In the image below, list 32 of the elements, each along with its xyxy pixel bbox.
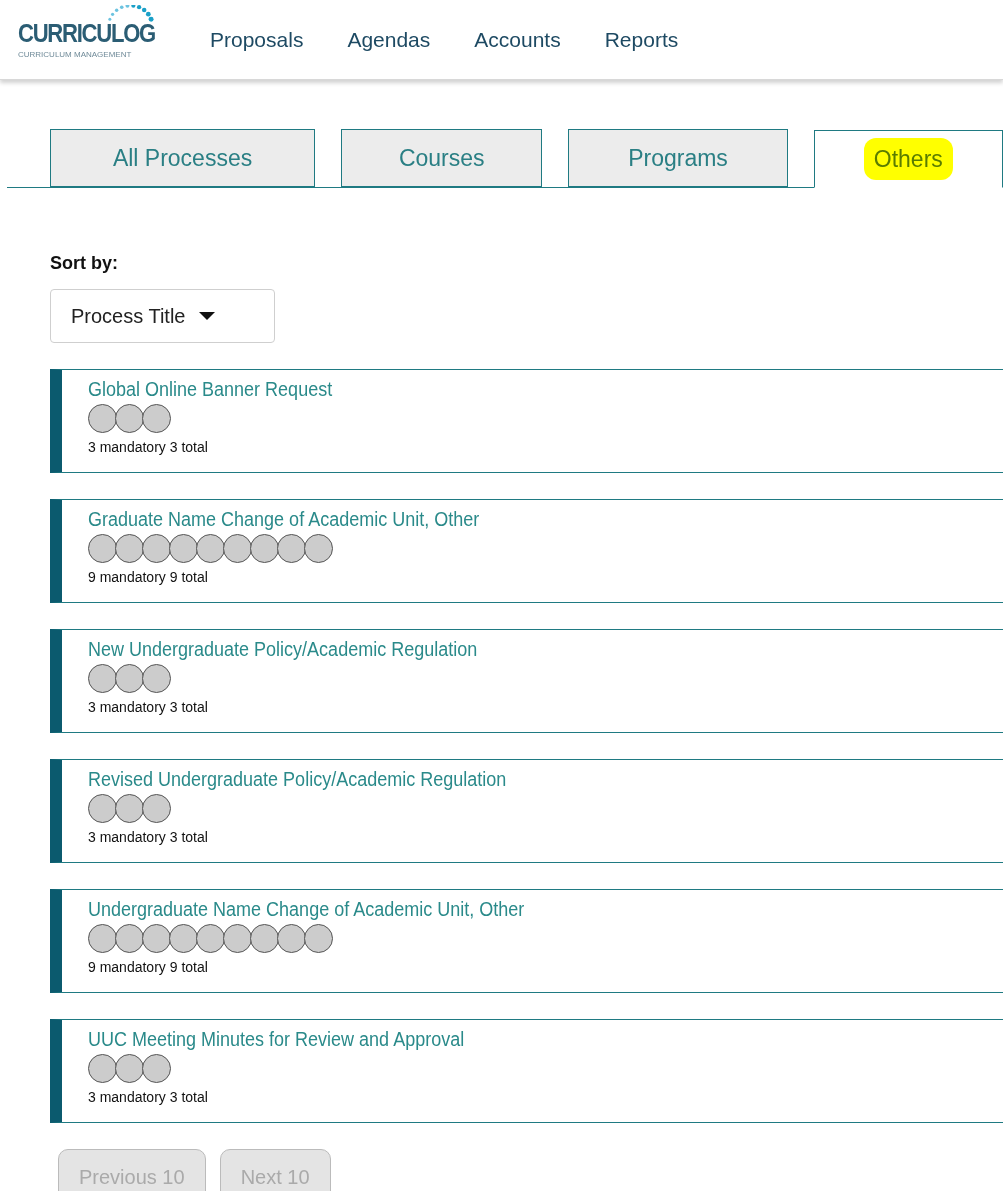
- logo-tagline: CURRICULUM MANAGEMENT: [18, 48, 132, 61]
- step-summary: 9 mandatory 9 total: [88, 958, 209, 977]
- step-summary: 3 mandatory 3 total: [88, 438, 209, 457]
- step-summary: 3 mandatory 3 total: [88, 828, 209, 847]
- step-summary: 3 mandatory 3 total: [88, 1088, 209, 1107]
- caret-icon: [199, 312, 216, 320]
- process-card[interactable]: New Undergraduate Policy/Academic Regulation 3 mandatory 3 total: [50, 629, 1003, 733]
- tab[interactable]: Courses: [341, 129, 543, 187]
- process-card[interactable]: Graduate Name Change of Academic Unit, Other 9 mandatory 9 total: [50, 499, 1003, 603]
- step-summary: 9 mandatory 9 total: [88, 568, 209, 587]
- logo-wordmark: CURRICULOG: [18, 18, 156, 47]
- process-card[interactable]: Global Online Banner Request 3 mandatory 3 total: [50, 369, 1003, 473]
- process-title[interactable]: UUC Meeting Minutes for Review and Approval: [88, 1026, 929, 1052]
- tab[interactable]: Others: [813, 130, 1003, 188]
- nav-link[interactable]: Agendas: [347, 23, 431, 56]
- dotted-arc-icon: [108, 4, 154, 22]
- step-summary: 3 mandatory 3 total: [88, 698, 209, 717]
- process-card[interactable]: UUC Meeting Minutes for Review and Approval 3 mandatory 3 total: [50, 1019, 1003, 1123]
- process-card[interactable]: Undergraduate Name Change of Academic Unit, Other 9 mandatory 9 total: [50, 889, 1003, 993]
- process-title[interactable]: Graduate Name Change of Academic Unit, Other: [88, 506, 929, 532]
- tab[interactable]: Programs: [568, 129, 788, 187]
- nav-link[interactable]: Proposals: [210, 23, 304, 56]
- nav-link[interactable]: Accounts: [474, 23, 561, 56]
- process-title[interactable]: Undergraduate Name Change of Academic Unit, Other: [88, 896, 929, 922]
- process-title[interactable]: Revised Undergraduate Policy/Academic Regulation: [88, 766, 929, 792]
- sort-dropdown[interactable]: Process Title: [50, 289, 275, 343]
- tab[interactable]: All Processes: [50, 129, 316, 187]
- sort-label: Sort by:: [50, 252, 119, 275]
- process-card[interactable]: Revised Undergraduate Policy/Academic Regulation 3 mandatory 3 total: [50, 759, 1003, 863]
- process-title[interactable]: Global Online Banner Request: [88, 376, 929, 402]
- process-title[interactable]: New Undergraduate Policy/Academic Regulation: [88, 636, 929, 662]
- nav-link[interactable]: Reports: [604, 23, 679, 56]
